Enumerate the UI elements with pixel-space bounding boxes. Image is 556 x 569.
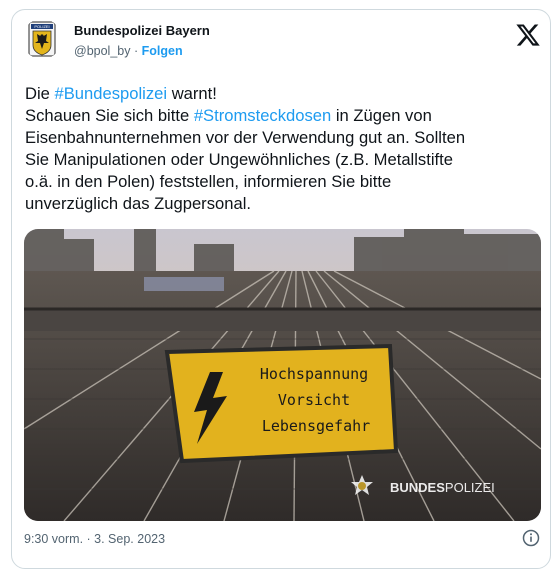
- avatar-badge-text: POLIZEI: [34, 24, 49, 29]
- watermark-bundes: BUNDES: [390, 480, 445, 495]
- text-fragment: in Zügen von: [331, 106, 432, 125]
- sign-text-vorsicht: Vorsicht: [278, 391, 350, 409]
- text-fragment: Die: [25, 84, 55, 103]
- account-handle[interactable]: @bpol_by: [74, 44, 130, 58]
- text-fragment: warnt!: [167, 84, 217, 103]
- info-icon[interactable]: [522, 529, 540, 547]
- tweet-line-3: Eisenbahnunternehmen vor der Verwendung …: [25, 128, 466, 147]
- tweet-text: Die #Bundespolizei warnt! Schauen Sie si…: [25, 83, 535, 215]
- x-logo-icon[interactable]: [515, 22, 541, 48]
- follow-button[interactable]: Folgen: [142, 44, 183, 58]
- tweet-line-5: o.ä. in den Polen) feststellen, informie…: [25, 172, 392, 191]
- watermark-polizei: POLIZEI: [445, 480, 495, 495]
- tweet-timestamp[interactable]: 9:30 vorm. · 3. Sep. 2023: [24, 532, 165, 546]
- hashtag-stromsteckdosen[interactable]: #Stromsteckdosen: [194, 106, 331, 125]
- separator-dot: ·: [133, 44, 139, 58]
- sign-text-lebensgefahr: Lebensgefahr: [262, 417, 370, 435]
- tweet-photo[interactable]: Hochspannung Vorsicht Lebensgefahr BUNDE…: [24, 229, 541, 521]
- tweet-line-1: Die #Bundespolizei warnt!: [25, 83, 535, 105]
- text-fragment: Schauen Sie sich bitte: [25, 106, 194, 125]
- sign-text-hochspannung: Hochspannung: [260, 365, 368, 383]
- account-handle-row: @bpol_by · Folgen: [74, 44, 183, 58]
- tweet-line-6: unverzüglich das Zugpersonal.: [25, 194, 251, 213]
- account-name[interactable]: Bundespolizei Bayern: [74, 23, 210, 38]
- tweet-line-4: Sie Manipulationen oder Ungewöhnliches (…: [25, 150, 453, 169]
- warning-sign: Hochspannung Vorsicht Lebensgefahr: [164, 343, 399, 464]
- avatar[interactable]: POLIZEI: [22, 19, 62, 59]
- tweet-line-2: Schauen Sie sich bitte #Stromsteckdosen …: [25, 105, 535, 127]
- hashtag-bundespolizei[interactable]: #Bundespolizei: [55, 84, 168, 103]
- svg-text:BUNDESPOLIZEI: BUNDESPOLIZEI: [390, 480, 495, 495]
